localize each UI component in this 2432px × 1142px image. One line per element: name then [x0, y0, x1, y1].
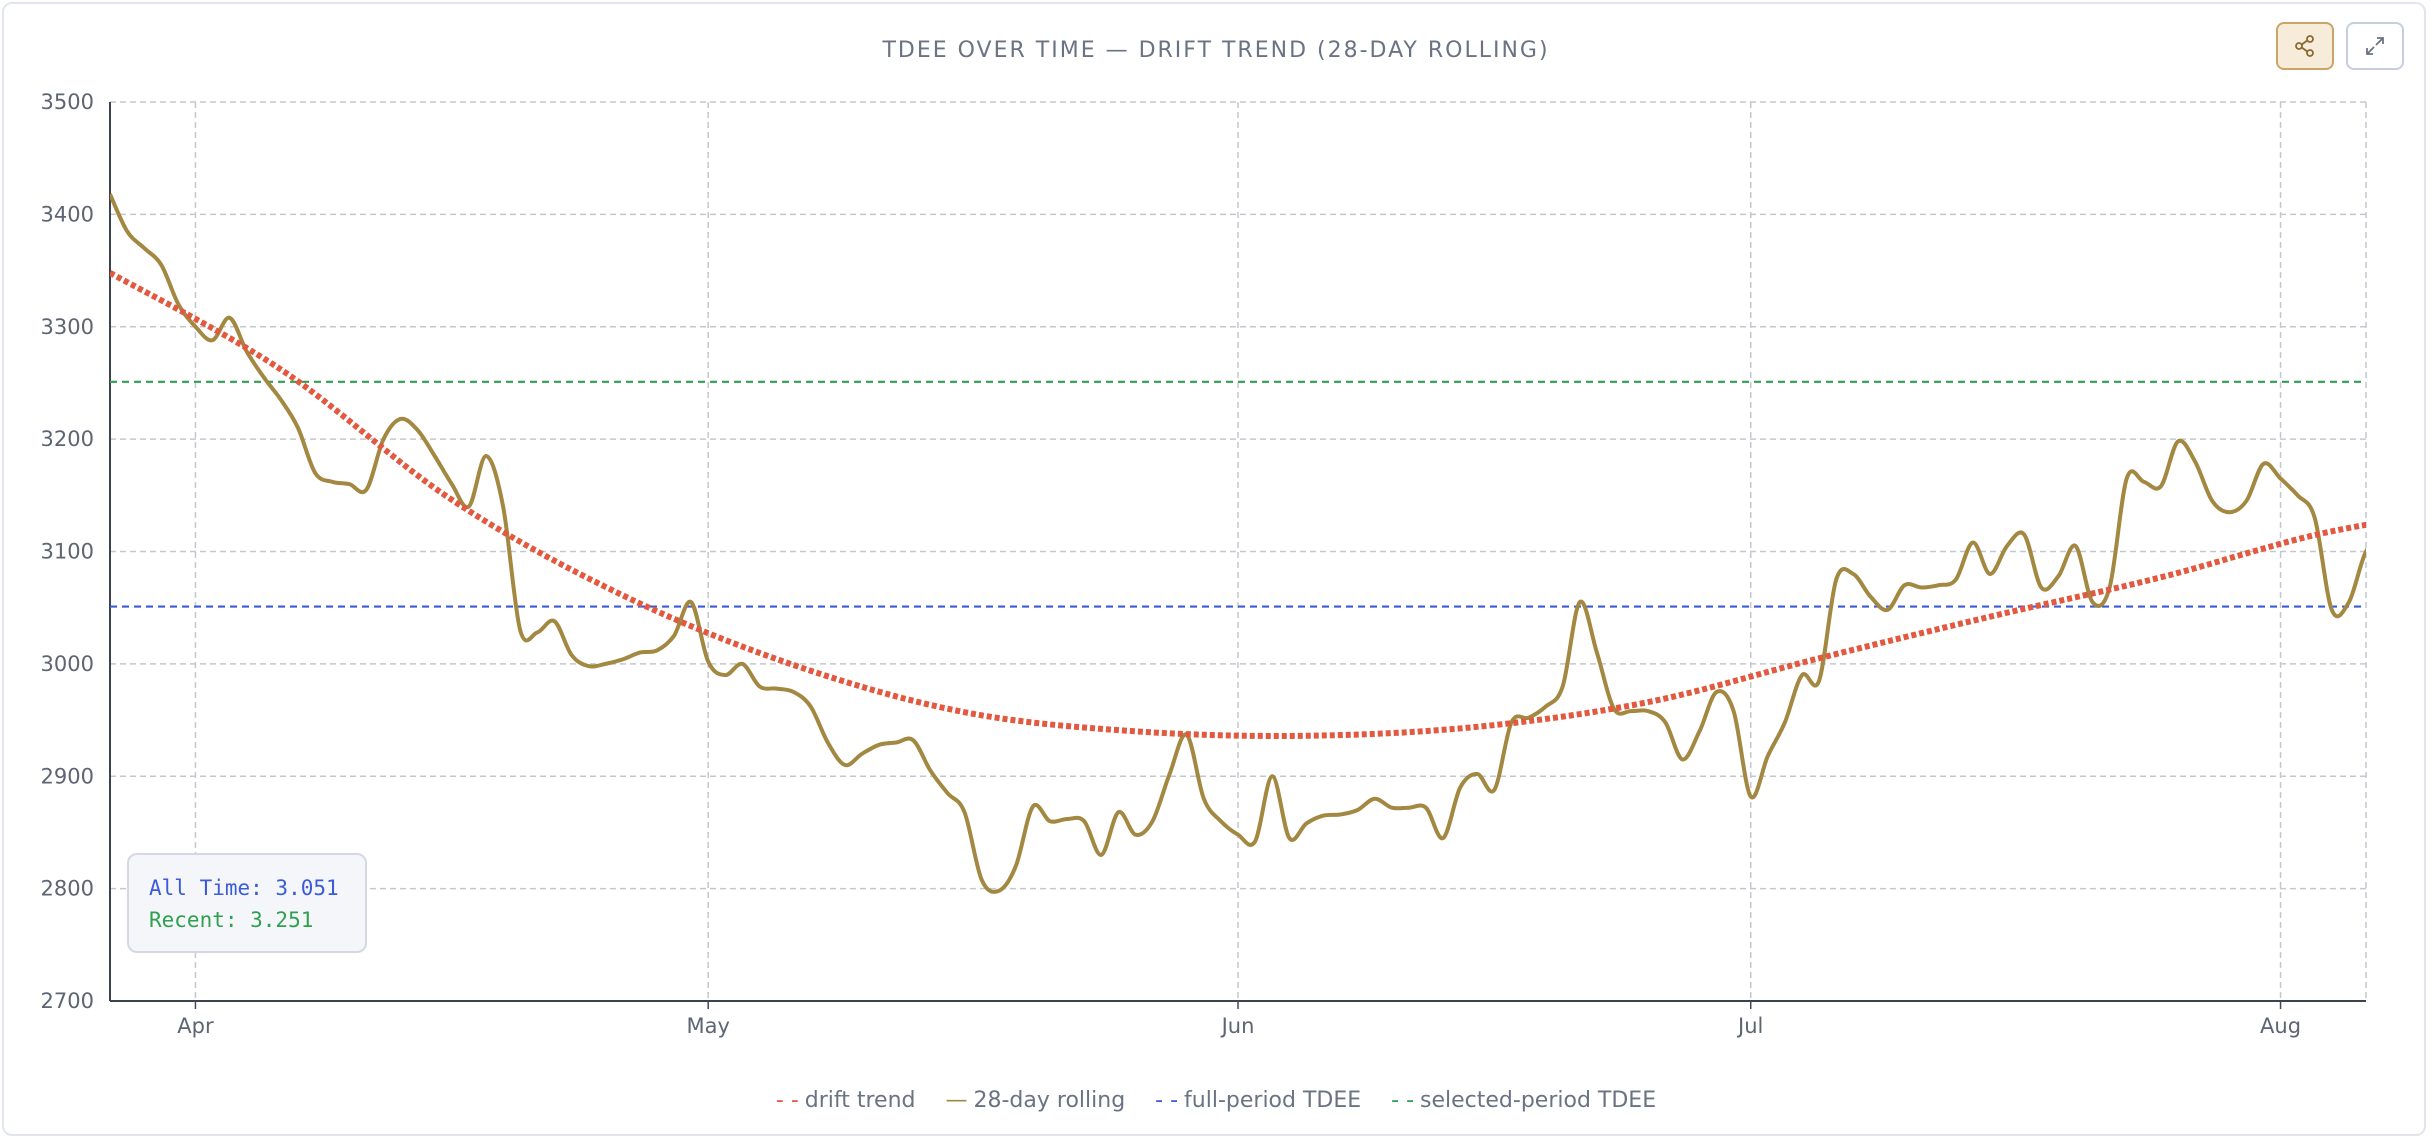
y-tick-label: 2800	[41, 877, 94, 901]
all-time-value: All Time: 3.051	[149, 876, 339, 900]
y-tick-label: 3300	[41, 315, 94, 339]
recent-value: Recent: 3.251	[149, 908, 314, 932]
legend-swatch-full: - -	[1155, 1088, 1179, 1113]
x-tick-label: Aug	[2260, 1014, 2301, 1038]
legend-label-drift: drift trend	[804, 1088, 916, 1113]
y-tick-label: 3100	[41, 540, 94, 564]
grid	[110, 101, 2367, 1001]
x-tick-label: Apr	[177, 1014, 214, 1038]
legend-item-drift-trend[interactable]: - - drift trend	[776, 1088, 916, 1113]
x-axis-ticks: Apr May Jun Jul Aug	[177, 1001, 2301, 1038]
series-line-drift-trend	[110, 270, 2366, 739]
legend-item-full-period[interactable]: - - full-period TDEE	[1155, 1088, 1361, 1113]
y-axis-ticks: 2700 2800 2900 3000 3100 3200 3300 3400 3500	[41, 90, 94, 1013]
x-tick-label: Jul	[1736, 1014, 1763, 1038]
legend-item-selected-period[interactable]: - - selected-period TDEE	[1391, 1088, 1656, 1113]
y-tick-label: 3000	[41, 652, 94, 676]
x-tick-label: May	[686, 1014, 729, 1038]
legend-label-selected: selected-period TDEE	[1420, 1088, 1657, 1113]
y-tick-label: 3400	[41, 202, 94, 226]
tdee-info-box: All Time: 3.051 Recent: 3.251	[127, 853, 367, 953]
y-tick-label: 2700	[41, 989, 94, 1013]
legend-label-full: full-period TDEE	[1184, 1088, 1362, 1113]
series-line-28-day-rolling	[110, 193, 2366, 894]
y-tick-label: 2900	[41, 764, 94, 788]
legend-item-rolling[interactable]: — 28-day rolling	[946, 1088, 1126, 1113]
legend-label-rolling: 28-day rolling	[973, 1088, 1126, 1113]
legend-swatch-selected: - -	[1391, 1088, 1415, 1113]
legend: - - drift trend — 28-day rolling - - ful…	[0, 1088, 2432, 1113]
tdee-chart: 2700 2800 2900 3000 3100 3200 3300 3400 3500 Apr…	[41, 90, 2367, 1038]
y-tick-label: 3500	[41, 90, 94, 114]
legend-swatch-drift: - -	[775, 1088, 799, 1113]
series-layer	[110, 193, 2366, 894]
x-tick-label: Jun	[1220, 1014, 1255, 1038]
legend-swatch-rolling: —	[945, 1088, 968, 1113]
y-tick-label: 3200	[41, 427, 94, 451]
